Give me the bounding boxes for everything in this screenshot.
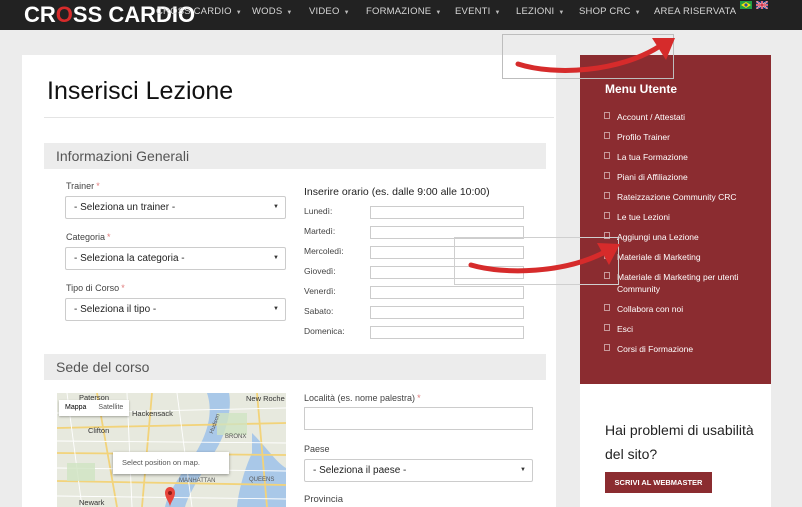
trainer-label: Trainer *	[66, 181, 100, 191]
nav-formazione[interactable]: FORMAZIONE ▼	[366, 0, 441, 30]
map-label-clifton: Clifton	[88, 426, 110, 435]
map-label-new-roche: New Roche	[246, 394, 285, 403]
map-type-tabs: Mappa Satellite	[59, 400, 130, 416]
page-title: Inserisci Lezione	[47, 77, 234, 105]
brazil-flag-icon[interactable]	[740, 1, 752, 9]
day-label-lunedi: Lunedì:	[304, 206, 333, 216]
orario-sabato-input[interactable]	[370, 306, 524, 319]
orario-label: Inserire orario (es. dalle 9:00 alle 10:…	[304, 186, 490, 198]
orario-lunedi-input[interactable]	[370, 206, 524, 219]
sidebar-item-piani-affiliazione[interactable]: Piani di Affiliazione	[604, 171, 688, 183]
document-icon	[604, 172, 610, 179]
top-navbar: C R O SS CARDIO CROSS CARDIO ▼ WODS ▼ VIDEO ▼ …	[0, 0, 802, 30]
chevron-down-icon: ▼	[273, 255, 279, 261]
day-label-mercoledi: Mercoledì:	[304, 246, 344, 256]
annotation-arrow-top	[515, 38, 675, 73]
logo-o: O	[55, 2, 73, 27]
logo-r: R	[39, 2, 56, 27]
sidebar-item-tue-lezioni[interactable]: Le tue Lezioni	[604, 211, 670, 223]
sidebar-title: Menu Utente	[605, 82, 677, 96]
day-label-sabato: Sabato:	[304, 306, 334, 316]
chevron-down-icon: ▼	[634, 10, 641, 16]
uk-flag-icon[interactable]	[756, 1, 768, 9]
nav-lezioni[interactable]: LEZIONI ▼	[516, 0, 565, 30]
paese-select[interactable]: - Seleziona il paese - ▼	[304, 459, 533, 482]
day-label-domenica: Domenica:	[304, 326, 345, 336]
localita-label: Località (es. nome palestra) *	[304, 393, 421, 403]
categoria-select[interactable]: - Seleziona la categoria - ▼	[65, 247, 286, 270]
chevron-down-icon: ▼	[286, 10, 293, 16]
map-tab-mappa[interactable]: Mappa	[59, 400, 92, 416]
sidebar-item-corsi-formazione[interactable]: Corsi di Formazione	[604, 343, 693, 355]
location-map[interactable]: Paterson Hackensack New Roche Clifton BR…	[57, 393, 286, 507]
localita-input[interactable]	[304, 407, 533, 430]
sidebar-item-tua-formazione[interactable]: La tua Formazione	[604, 151, 688, 163]
chevron-down-icon: ▼	[235, 10, 242, 16]
map-label-manhattan: MANHATTAN	[179, 478, 216, 484]
document-icon	[604, 132, 610, 139]
orario-venerdi-input[interactable]	[370, 286, 524, 299]
help-box: Hai problemi di usabilità del sito? SCRI…	[580, 384, 771, 507]
scrivi-webmaster-button[interactable]: SCRIVI AL WEBMASTER	[605, 472, 712, 493]
document-icon	[604, 212, 610, 219]
document-icon	[604, 192, 610, 199]
nav-video[interactable]: VIDEO ▼	[309, 0, 350, 30]
sidebar-item-profilo-trainer[interactable]: Profilo Trainer	[604, 131, 670, 143]
map-label-hackensack: Hackensack	[132, 409, 173, 418]
day-label-martedi: Martedì:	[304, 226, 336, 236]
orario-domenica-input[interactable]	[370, 326, 524, 339]
chevron-down-icon: ▼	[435, 10, 442, 16]
paese-label: Paese	[304, 444, 330, 454]
help-text: Hai problemi di usabilità del sito?	[605, 422, 754, 462]
map-tooltip: Select position on map.	[113, 452, 229, 474]
sidebar-item-account[interactable]: Account / Attestati	[604, 111, 685, 123]
chevron-down-icon: ▼	[273, 204, 279, 210]
map-label-newark: Newark	[79, 498, 105, 507]
document-icon	[604, 112, 610, 119]
tipo-corso-select[interactable]: - Seleziona il tipo - ▼	[65, 298, 286, 321]
section-informazioni-generali: Informazioni Generali	[44, 143, 546, 169]
nav-area-riservata[interactable]: AREA RISERVATA	[654, 0, 736, 30]
map-label-queens: QUEENS	[249, 477, 275, 483]
user-menu-sidebar: Menu Utente Account / Attestati Profilo …	[580, 55, 771, 384]
document-icon	[604, 152, 610, 159]
document-icon	[604, 324, 610, 331]
chevron-down-icon: ▼	[558, 10, 565, 16]
map-label-bronx: BRONX	[225, 434, 247, 440]
tipo-corso-label: Tipo di Corso *	[66, 283, 125, 293]
document-icon	[604, 304, 610, 311]
document-icon	[604, 344, 610, 351]
title-divider	[44, 117, 554, 118]
section-sede-del-corso: Sede del corso	[44, 354, 546, 380]
sidebar-item-collabora[interactable]: Collabora con noi	[604, 303, 683, 315]
nav-eventi[interactable]: EVENTI ▼	[455, 0, 501, 30]
sidebar-item-esci[interactable]: Esci	[604, 323, 633, 335]
trainer-select[interactable]: - Seleziona un trainer - ▼	[65, 196, 286, 219]
nav-wods[interactable]: WODS ▼	[252, 0, 293, 30]
day-label-giovedi: Giovedì:	[304, 266, 336, 276]
logo-c: C	[24, 2, 40, 27]
sidebar-item-rateizzazione[interactable]: Rateizzazione Community CRC	[604, 191, 737, 203]
categoria-label: Categoria *	[66, 232, 111, 242]
day-label-venerdi: Venerdì:	[304, 286, 336, 296]
chevron-down-icon: ▼	[520, 467, 526, 473]
chevron-down-icon: ▼	[494, 10, 501, 16]
nav-shop-crc[interactable]: SHOP CRC ▼	[579, 0, 641, 30]
provincia-label: Provincia	[304, 494, 344, 505]
annotation-arrow-middle	[468, 243, 620, 274]
chevron-down-icon: ▼	[343, 10, 350, 16]
map-tab-satellite[interactable]: Satellite	[92, 400, 129, 416]
chevron-down-icon: ▼	[273, 306, 279, 312]
sidebar-item-materiale-marketing-community[interactable]: Materiale di Marketing per utenti Commun…	[604, 271, 754, 295]
nav-cross-cardio[interactable]: CROSS CARDIO ▼	[156, 0, 242, 30]
